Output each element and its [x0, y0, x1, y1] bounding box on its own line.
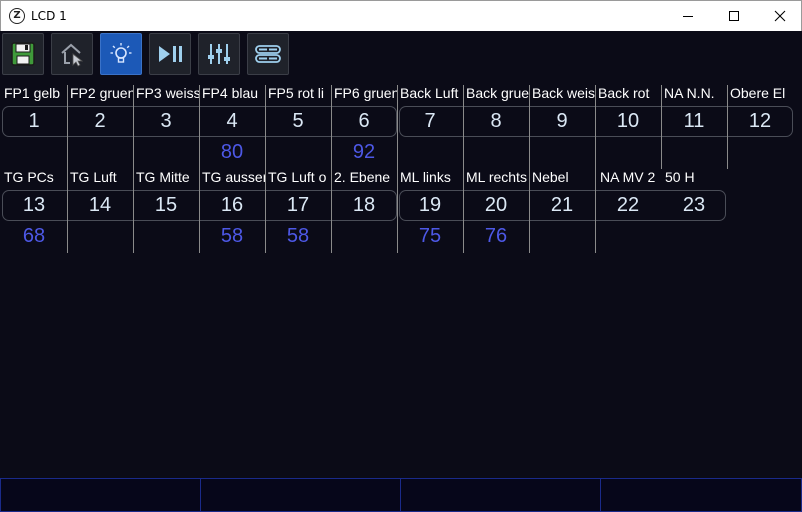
channel-level — [265, 138, 331, 166]
channel-number: 22 — [616, 194, 640, 216]
close-button[interactable] — [757, 1, 802, 31]
channel-number: 19 — [418, 194, 442, 216]
channel-number: 20 — [484, 194, 508, 216]
save-button[interactable] — [2, 33, 44, 75]
channel-level — [661, 222, 727, 250]
channel-level: 58 — [286, 225, 310, 247]
channel-label: FP4 blau — [202, 85, 259, 101]
status-segment — [600, 478, 802, 512]
channel-level: 58 — [220, 225, 244, 247]
channel-label: NA MV 2 — [600, 169, 656, 185]
channel-number: 21 — [550, 194, 574, 216]
channel-number: 17 — [286, 194, 310, 216]
channel-number: 23 — [682, 194, 706, 216]
channel-label: 2. Ebene — [334, 169, 391, 185]
status-segment — [200, 478, 401, 512]
channel-level — [133, 138, 199, 166]
channel-label: FP1 gelb — [4, 85, 61, 101]
channel-number: 11 — [683, 110, 705, 132]
channel-number: 16 — [220, 194, 244, 216]
channel-label: Back rot — [598, 85, 650, 101]
channel-label: ML links — [400, 169, 451, 185]
faders-icon — [208, 44, 230, 64]
channel-label: FP6 gruen — [334, 85, 397, 101]
channel-label: Back Luft — [400, 85, 459, 101]
channel-level — [529, 138, 595, 166]
channel-level — [463, 138, 529, 166]
channel-level — [67, 138, 133, 166]
channel-number: 15 — [154, 194, 178, 216]
window-title: LCD 1 — [31, 9, 67, 23]
channel-label: NA N.N. — [664, 85, 715, 101]
channel-level: 92 — [352, 141, 376, 163]
lightbulb-icon — [110, 43, 132, 63]
channel-number: 4 — [226, 110, 238, 132]
channel-label: ML rechts — [466, 169, 527, 185]
play-pause-button[interactable] — [149, 33, 191, 75]
channel-level: 68 — [22, 225, 46, 247]
channel-level: 76 — [484, 225, 508, 247]
channel-number: 13 — [22, 194, 46, 216]
channel-label: 50 H — [665, 169, 695, 185]
channel-level — [595, 138, 661, 166]
channel-number: 3 — [160, 110, 172, 132]
channel-label: Back gruen — [466, 85, 529, 101]
channel-label: Nebel — [532, 169, 569, 185]
status-bar — [0, 478, 802, 512]
channel-number: 9 — [556, 110, 568, 132]
channel-label: FP3 weiss — [136, 85, 199, 101]
channel-label: TG Luft — [70, 169, 117, 185]
channel-label: TG PCs — [4, 169, 54, 185]
channel-label: TG Mitte — [136, 169, 190, 185]
home-pointer-icon — [61, 43, 84, 67]
minimize-icon — [683, 16, 693, 17]
channel-level — [727, 138, 793, 166]
channel-number: 10 — [616, 110, 640, 132]
home-button[interactable] — [51, 33, 93, 75]
title-bar: Z LCD 1 — [0, 0, 802, 31]
channel-number: 1 — [28, 110, 40, 132]
channel-level — [397, 138, 463, 166]
minimize-button[interactable] — [665, 1, 711, 31]
channel-level — [67, 222, 133, 250]
channel-label: FP5 rot li — [268, 85, 325, 101]
channel-number: 6 — [358, 110, 370, 132]
light-button[interactable] — [100, 33, 142, 75]
channel-level — [1, 138, 67, 166]
channel-level — [331, 222, 397, 250]
channel-number: 7 — [424, 110, 436, 132]
channel-number: 2 — [94, 110, 106, 132]
channel-label: TG aussen — [202, 169, 265, 185]
channel-number: 18 — [352, 194, 376, 216]
groups-icon — [255, 45, 281, 63]
channel-level — [661, 138, 727, 166]
toolbar — [0, 31, 802, 79]
status-segment — [400, 478, 601, 512]
channel-label: Back weiss — [532, 85, 595, 101]
channel-number: 8 — [490, 110, 502, 132]
status-segment — [0, 478, 201, 512]
channel-level — [595, 222, 661, 250]
maximize-button[interactable] — [711, 1, 757, 31]
channel-level — [133, 222, 199, 250]
channel-level: 75 — [418, 225, 442, 247]
channel-label: FP2 gruen — [70, 85, 133, 101]
channel-label: TG Luft o — [268, 169, 327, 185]
faders-button[interactable] — [198, 33, 240, 75]
channel-number: 12 — [748, 110, 772, 132]
channel-level: 80 — [220, 141, 244, 163]
groups-button[interactable] — [247, 33, 289, 75]
channel-number: 14 — [88, 194, 112, 216]
channel-number: 5 — [292, 110, 304, 132]
maximize-icon — [729, 11, 739, 21]
close-icon — [774, 10, 786, 22]
channel-level — [529, 222, 595, 250]
app-logo-icon: Z — [9, 8, 25, 24]
channel-label: Obere El — [730, 85, 786, 101]
save-icon — [11, 42, 35, 66]
play-pause-icon — [159, 46, 182, 62]
